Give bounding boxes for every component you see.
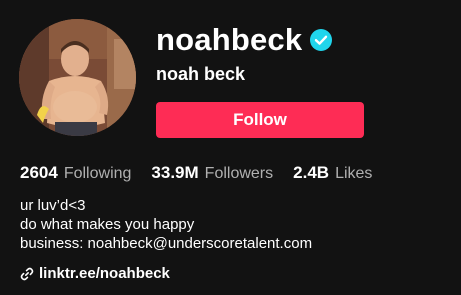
followers-count: 33.9M [151, 163, 199, 182]
bio-link-text: linktr.ee/noahbeck [39, 265, 170, 282]
stat-followers[interactable]: 33.9M Followers [151, 162, 273, 185]
follow-button[interactable]: Follow [156, 102, 364, 138]
avatar[interactable] [19, 19, 136, 136]
likes-label: Likes [335, 165, 373, 182]
profile-stats: 2604 Following 33.9M Followers 2.4B Like… [20, 162, 392, 185]
bio-line: business: noahbeck@underscoretalent.com [20, 235, 313, 252]
avatar-image [19, 19, 136, 136]
stat-following[interactable]: 2604 Following [20, 162, 131, 185]
bio-link[interactable]: linktr.ee/noahbeck [20, 264, 170, 283]
verified-badge-icon [310, 29, 333, 51]
link-icon [20, 267, 34, 281]
nickname: noah beck [156, 64, 246, 84]
username-row: noahbeck [156, 20, 333, 60]
username: noahbeck [156, 22, 303, 57]
profile-header: noahbeck noah beck Follow 2604 Following… [0, 0, 461, 295]
followers-label: Followers [204, 165, 274, 182]
stat-likes: 2.4B Likes [293, 162, 372, 185]
following-label: Following [63, 165, 132, 182]
bio-line: do what makes you happy [20, 216, 195, 233]
bio-line: ur luv’d<3 [20, 197, 86, 214]
likes-count: 2.4B [293, 163, 330, 182]
profile-bio: ur luv’d<3 do what makes you happy busin… [20, 196, 312, 253]
following-count: 2604 [20, 163, 58, 182]
